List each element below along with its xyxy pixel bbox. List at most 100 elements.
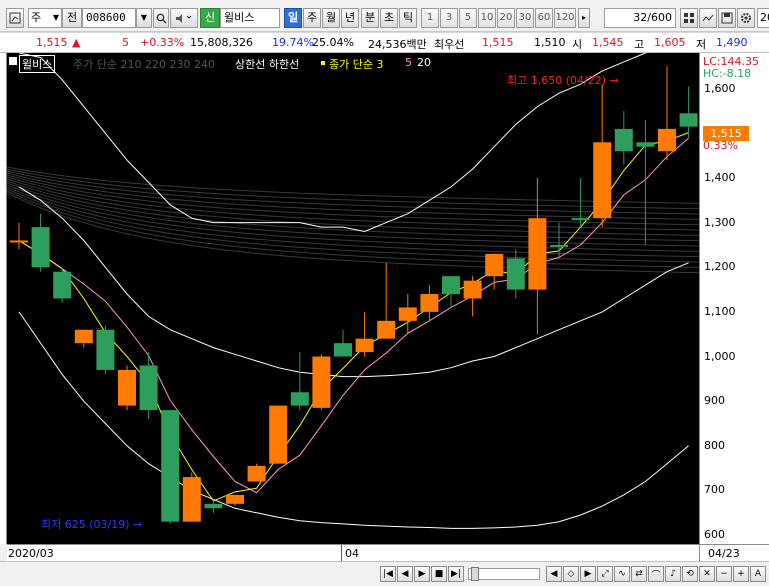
tail-value: 20 — [760, 11, 769, 24]
legend-long-ma[interactable]: 주가 단순 210 220 230 240 — [73, 56, 215, 72]
tab-period-minute[interactable]: 분 — [361, 8, 379, 28]
high-price: 1,605 — [654, 36, 686, 49]
scroll-prev-button[interactable]: ◀ — [397, 566, 413, 582]
trend-button[interactable]: ∿ — [614, 566, 630, 582]
chart-icon-button[interactable] — [6, 8, 24, 28]
zoom-out-button[interactable]: ◀ — [546, 566, 562, 582]
search-button[interactable] — [153, 8, 169, 28]
minus-button[interactable]: − — [716, 566, 732, 582]
best-ask: 1,515 — [482, 36, 514, 49]
interval-label: 1 — [426, 12, 434, 23]
interval-10[interactable]: 10 — [478, 8, 496, 28]
y-tick-label: 700 — [704, 483, 725, 497]
tab-label: 틱 — [402, 11, 414, 24]
interval-20[interactable]: 20 — [497, 8, 515, 28]
interval-60[interactable]: 60 — [535, 8, 553, 28]
compare-button[interactable]: ⇄ — [631, 566, 647, 582]
zoom-in-button[interactable]: ▶ — [580, 566, 596, 582]
candle-body — [550, 244, 568, 247]
interval-3[interactable]: 3 — [440, 8, 458, 28]
candle — [290, 352, 309, 411]
candle — [658, 66, 676, 161]
ma3-line — [18, 132, 689, 502]
interval-label: 3 — [445, 12, 453, 23]
tab-period-day[interactable]: 일 — [284, 8, 302, 28]
settings-button[interactable] — [737, 8, 755, 28]
lower-band-line — [18, 311, 689, 529]
fit-button[interactable]: ⤢ — [597, 566, 613, 582]
close-button[interactable]: ✕ — [699, 566, 715, 582]
candle-body — [463, 280, 482, 299]
legend-ma5[interactable]: 5 — [405, 56, 412, 69]
draw-button[interactable] — [699, 8, 717, 28]
plus-button[interactable]: + — [733, 566, 749, 582]
candle-body — [334, 343, 352, 357]
x-tick-start: 2020/03 — [8, 547, 54, 560]
prev-button[interactable]: 전 — [62, 8, 82, 28]
volume-ratio: 19.74% — [272, 36, 314, 49]
count-value: 32 — [633, 11, 648, 24]
candle — [398, 294, 417, 335]
tab-period-month[interactable]: 월 — [322, 8, 340, 28]
candle — [312, 354, 331, 411]
slider-thumb[interactable] — [471, 567, 479, 581]
scroll-first-button[interactable]: |◀ — [380, 566, 396, 582]
candle-body — [593, 142, 612, 219]
candle-body — [290, 392, 309, 406]
candle-body — [182, 477, 201, 522]
count-field[interactable]: 32 /600 — [604, 8, 676, 28]
low-price: 1,490 — [716, 36, 748, 49]
bell-button[interactable]: ♪ — [665, 566, 681, 582]
save-icon — [721, 12, 733, 24]
high-annotation: 최고 1,650 (04/22) → — [507, 74, 619, 87]
save-button[interactable] — [718, 8, 736, 28]
legend-ma20[interactable]: 20 — [417, 56, 431, 69]
zoom-slider[interactable] — [468, 567, 540, 581]
tail-field[interactable]: 20 — [757, 8, 769, 28]
scroll-last-button[interactable]: ▶| — [448, 566, 464, 582]
legend-stock-name[interactable]: 윌비스 — [19, 55, 56, 73]
tab-label: 주 — [306, 11, 318, 24]
sound-button[interactable] — [170, 8, 198, 28]
ruler-button[interactable]: ⌒ — [648, 566, 664, 582]
reset-button[interactable]: ⟲ — [682, 566, 698, 582]
candle — [614, 111, 633, 165]
y-tick-label: 800 — [704, 438, 725, 452]
type-select[interactable]: 주 ▼ — [28, 8, 62, 28]
legend-ma3[interactable]: 종가 단순 3 — [329, 56, 383, 72]
candle-body — [247, 465, 266, 482]
hc-value: HC:-8.18 — [703, 67, 752, 80]
tab-period-year[interactable]: 년 — [341, 8, 359, 28]
legend-bands[interactable]: 상한선 하한선 — [235, 56, 299, 72]
code-dropdown-button[interactable]: ▼ — [136, 8, 152, 28]
candle — [571, 177, 590, 228]
candle-body — [312, 356, 331, 408]
scroll-next-button[interactable]: ▶ — [414, 566, 430, 582]
grid-button[interactable] — [680, 8, 698, 28]
interval-label: 30 — [518, 12, 532, 23]
interval-30[interactable]: 30 — [516, 8, 534, 28]
interval-1[interactable]: 1 — [421, 8, 439, 28]
font-button[interactable]: A — [750, 566, 766, 582]
candle-body — [269, 405, 288, 464]
tab-period-second[interactable]: 초 — [380, 8, 398, 28]
interval-more-button[interactable]: ▸ — [578, 8, 590, 28]
tab-period-tick[interactable]: 틱 — [399, 8, 417, 28]
stop-button[interactable]: ■ — [431, 566, 447, 582]
candle — [204, 499, 223, 513]
price-change: 5 — [122, 36, 129, 49]
candle-body — [74, 329, 93, 344]
y-tick-label: 1,300 — [704, 215, 736, 229]
zoom-reset-button[interactable]: ◇ — [563, 566, 579, 582]
count-total: /600 — [647, 11, 672, 24]
credit-label: 신 — [204, 11, 216, 24]
stock-code-input[interactable]: 008600 — [82, 8, 136, 28]
price-chart[interactable]: 윌비스 주가 단순 210 220 230 240 상한선 하한선 종가 단순 … — [7, 53, 699, 544]
candle — [182, 472, 201, 522]
interval-120[interactable]: 120 — [554, 8, 576, 28]
interval-label: 120 — [555, 12, 575, 23]
candle — [636, 119, 655, 245]
tab-period-week[interactable]: 주 — [303, 8, 321, 28]
current-price: 1,515 — [36, 36, 68, 49]
interval-5[interactable]: 5 — [459, 8, 477, 28]
